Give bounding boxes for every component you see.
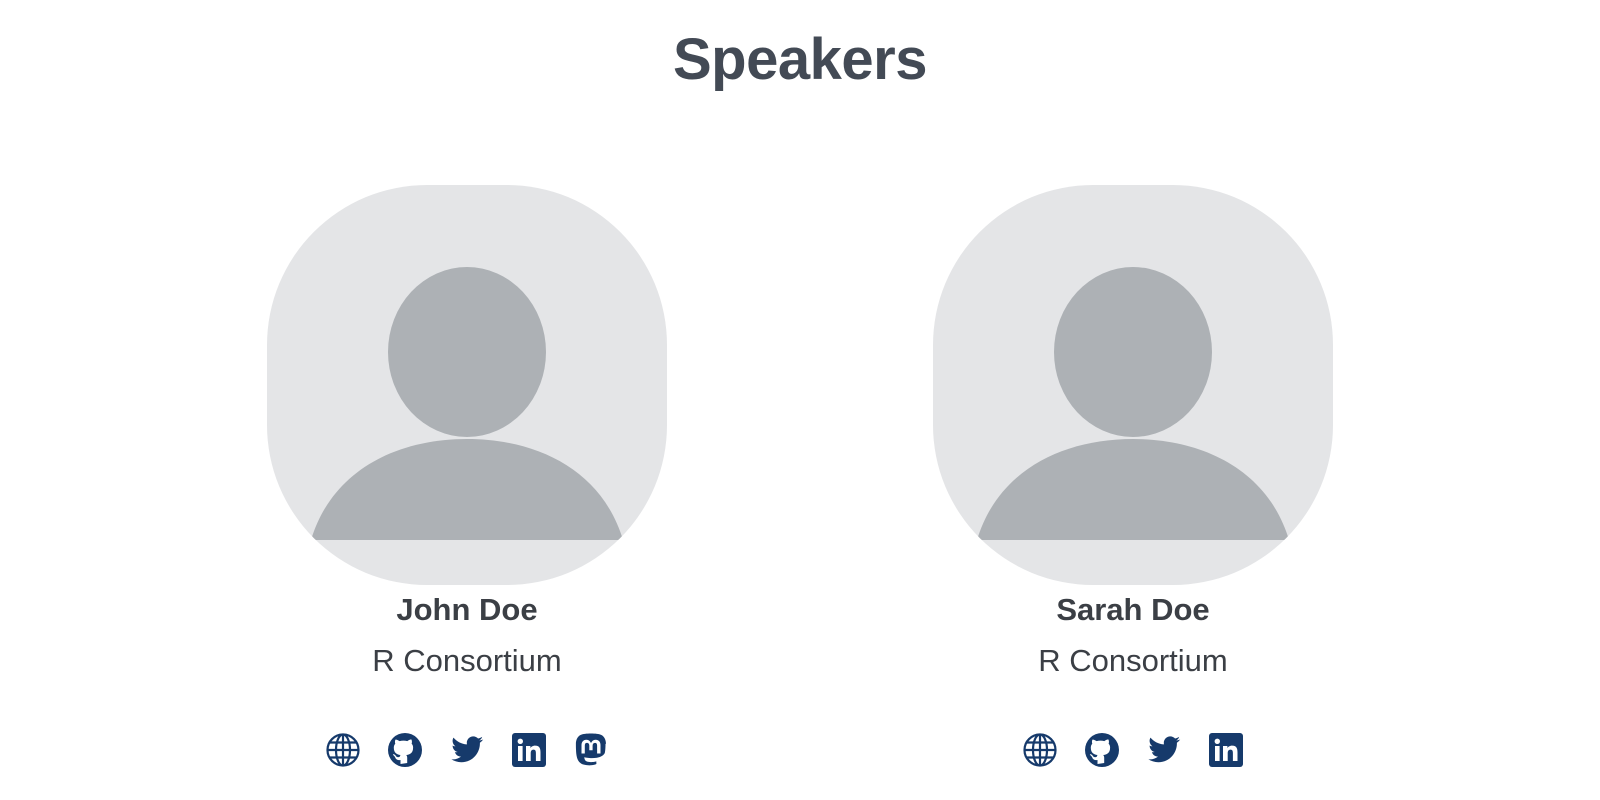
- speaker-name: John Doe: [396, 592, 538, 627]
- mastodon-icon[interactable]: [573, 732, 609, 768]
- social-links: [933, 732, 1333, 768]
- website-icon[interactable]: [325, 732, 361, 768]
- speaker-affiliation: R Consortium: [1038, 643, 1228, 678]
- person-placeholder-icon: [311, 267, 623, 540]
- avatar: [933, 185, 1333, 585]
- website-icon[interactable]: [1022, 732, 1058, 768]
- speaker-card: Sarah Doe R Consortium: [933, 185, 1333, 785]
- github-icon[interactable]: [1084, 732, 1120, 768]
- avatar: [267, 185, 667, 585]
- speaker-name: Sarah Doe: [1056, 592, 1210, 627]
- person-placeholder-icon: [977, 267, 1289, 540]
- linkedin-icon[interactable]: [511, 732, 547, 768]
- speaker-card: John Doe R Consortium: [267, 185, 667, 785]
- twitter-icon[interactable]: [1146, 732, 1182, 768]
- speaker-affiliation: R Consortium: [372, 643, 562, 678]
- linkedin-icon[interactable]: [1208, 732, 1244, 768]
- page-title: Speakers: [673, 27, 927, 92]
- twitter-icon[interactable]: [449, 732, 485, 768]
- github-icon[interactable]: [387, 732, 423, 768]
- social-links: [267, 732, 667, 768]
